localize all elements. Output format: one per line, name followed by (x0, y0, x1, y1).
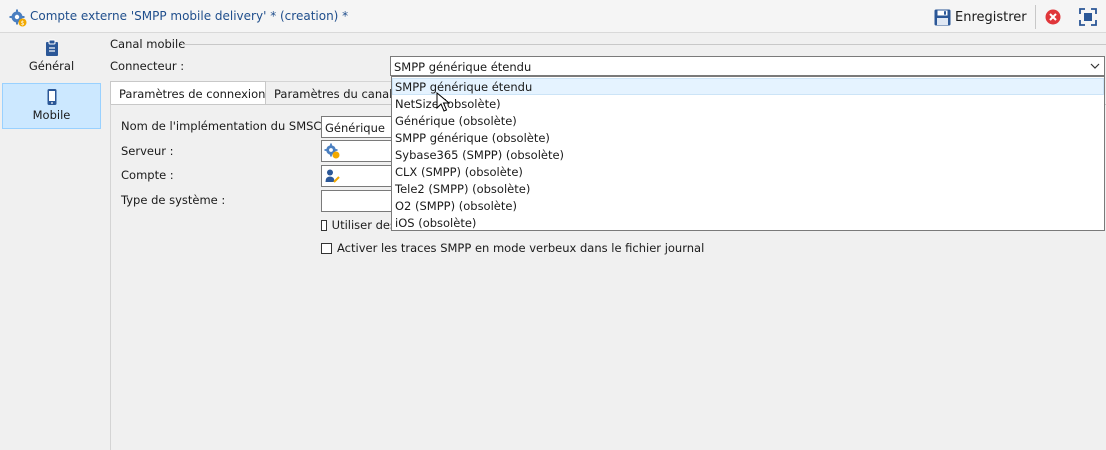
clipboard-icon (45, 39, 58, 56)
user-icon (325, 169, 340, 183)
save-icon (934, 9, 951, 25)
account-field[interactable] (321, 165, 396, 187)
dropdown-option[interactable]: Sybase365 (SMPP) (obsolète) (392, 146, 1104, 163)
smsc-impl-select[interactable]: Générique (321, 116, 396, 138)
sidebar: Général Mobile (0, 33, 103, 450)
section-divider (182, 44, 1106, 45)
dropdown-option[interactable]: SMPP générique étendu (392, 78, 1104, 95)
dropdown-option[interactable]: Générique (obsolète) (392, 112, 1104, 129)
mobile-phone-icon (47, 89, 56, 105)
connector-label: Connecteur : (110, 59, 185, 73)
chevron-down-icon (1090, 63, 1100, 69)
verbose-trace-checkbox[interactable]: Activer les traces SMPP en mode verbeux … (321, 241, 704, 255)
sidebar-item-label: Mobile (32, 108, 71, 122)
connector-value: SMPP générique étendu (394, 60, 532, 74)
use-checkbox-label: Utiliser des (331, 218, 396, 232)
sidebar-item-general[interactable]: Général (2, 35, 101, 81)
save-button[interactable]: Enregistrer (934, 6, 1027, 28)
dropdown-option[interactable]: iOS (obsolète) (392, 214, 1104, 231)
account-label: Compte : (121, 168, 174, 182)
system-type-field[interactable] (321, 190, 396, 212)
system-type-label: Type de système : (121, 193, 226, 207)
close-icon[interactable] (1044, 8, 1062, 26)
verbose-trace-checkbox-box[interactable] (321, 242, 332, 254)
server-label: Serveur : (121, 144, 174, 158)
external-account-icon: $ (9, 9, 27, 27)
verbose-trace-checkbox-label: Activer les traces SMPP en mode verbeux … (337, 241, 705, 255)
server-field[interactable] (321, 140, 396, 162)
save-button-label: Enregistrer (955, 9, 1027, 25)
tab-sms-channel-parameters[interactable]: Paramètres du canal SMS (266, 81, 396, 105)
window-title: Compte externe 'SMPP mobile delivery' * … (30, 9, 349, 23)
use-checkbox-box[interactable] (321, 219, 327, 231)
dropdown-option[interactable]: NetSize (obsolète) (392, 95, 1104, 112)
dropdown-option[interactable]: CLX (SMPP) (obsolète) (392, 163, 1104, 180)
connector-select[interactable]: SMPP générique étendu (390, 56, 1105, 76)
maximize-icon[interactable] (1079, 8, 1097, 26)
section-title: Canal mobile (110, 37, 186, 51)
use-checkbox[interactable]: Utiliser des (321, 218, 396, 232)
svg-text:$: $ (21, 20, 25, 27)
smsc-impl-label: Nom de l'implémentation du SMSC : (121, 119, 329, 133)
tab-connection-parameters[interactable]: Paramètres de connexion (110, 81, 266, 105)
toolbar-separator (1035, 5, 1036, 29)
smsc-impl-value: Générique (325, 121, 385, 135)
dropdown-option[interactable]: SMPP générique (obsolète) (392, 129, 1104, 146)
connector-dropdown-list: SMPP générique étendu NetSize (obsolète)… (391, 76, 1105, 231)
sidebar-item-mobile[interactable]: Mobile (2, 83, 101, 129)
sidebar-item-label: Général (28, 59, 75, 73)
dropdown-option[interactable]: Tele2 (SMPP) (obsolète) (392, 180, 1104, 197)
title-bar: $ Compte externe 'SMPP mobile delivery' … (0, 0, 1106, 33)
server-gear-icon (324, 143, 340, 159)
dropdown-option[interactable]: O2 (SMPP) (obsolète) (392, 197, 1104, 214)
